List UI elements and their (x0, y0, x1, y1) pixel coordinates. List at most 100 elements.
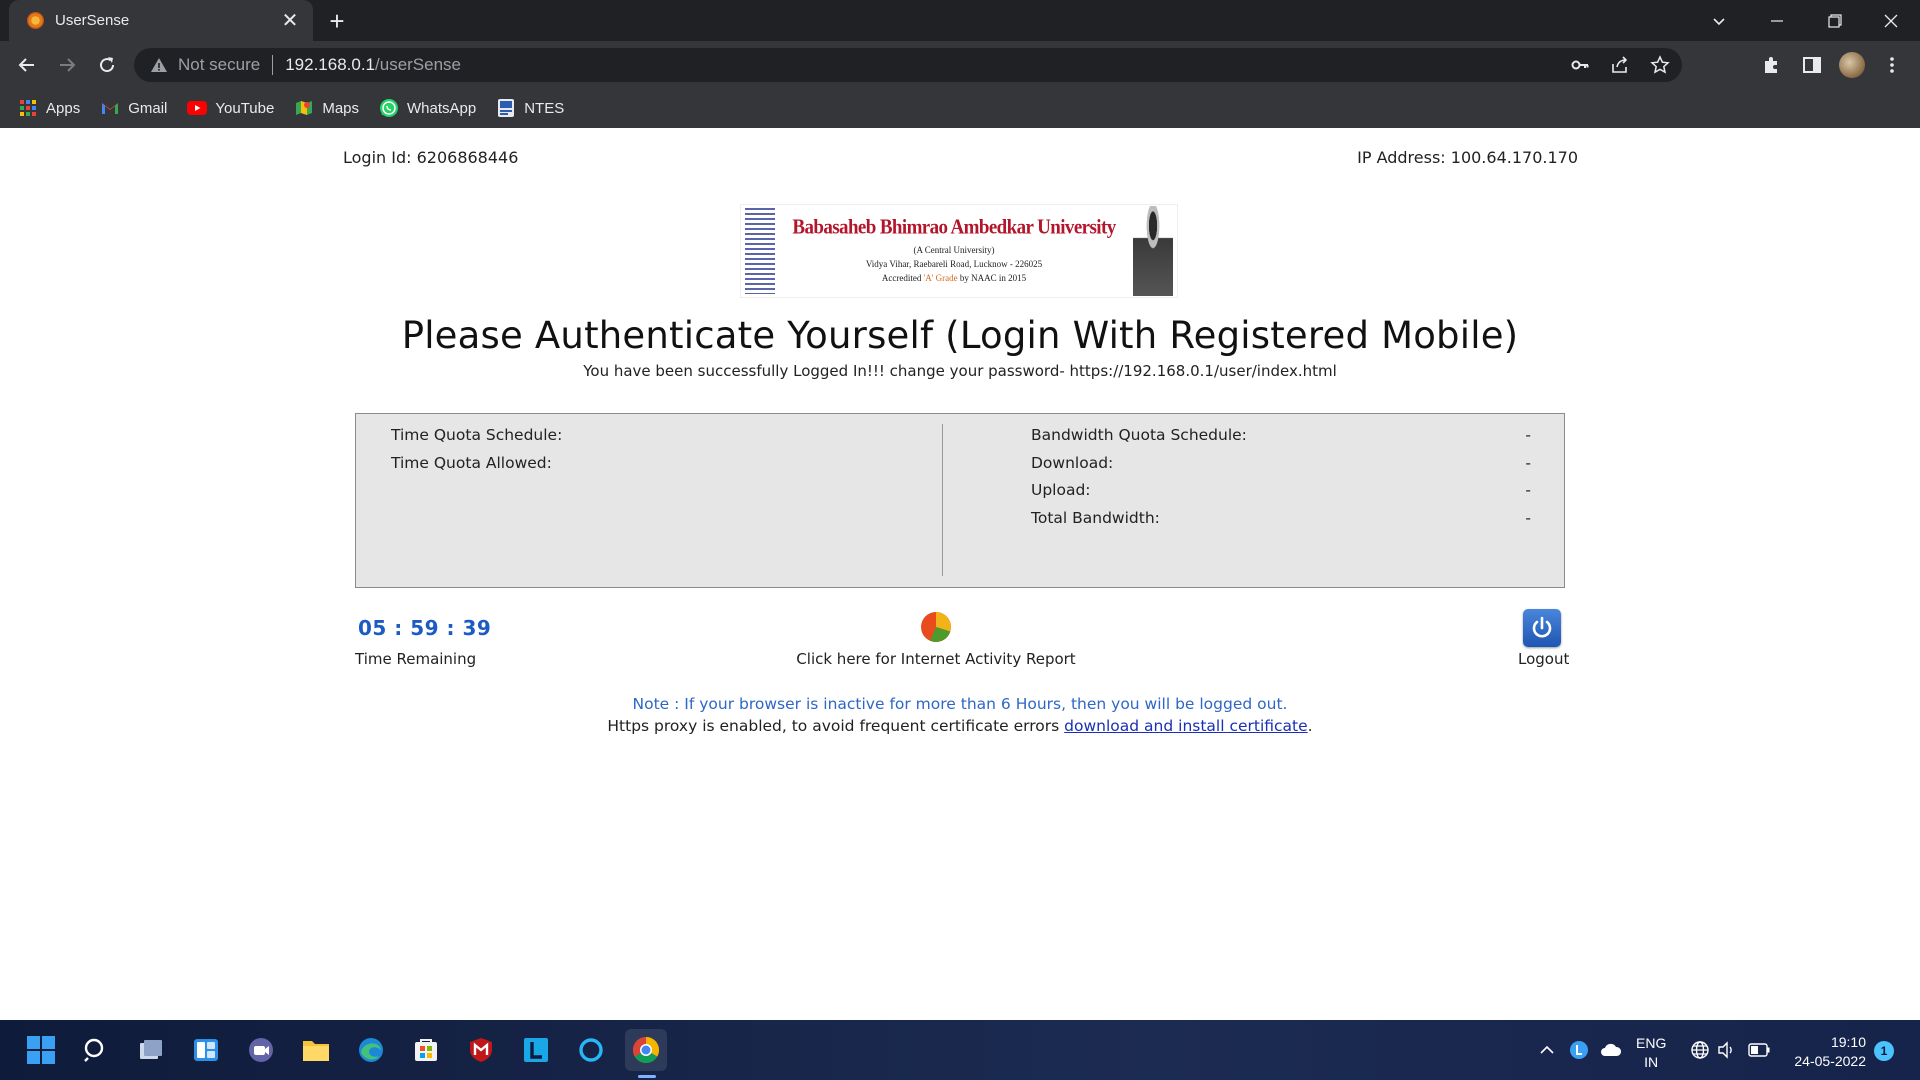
l-tray-icon[interactable] (1569, 1020, 1589, 1080)
bookmark-apps[interactable]: Apps (18, 98, 80, 118)
forward-arrow-icon (60, 58, 76, 72)
time-quota-section: Time Quota Schedule: Time Quota Allowed: (391, 426, 562, 481)
apps-grid-icon (18, 98, 38, 118)
file-explorer-icon[interactable] (295, 1029, 337, 1071)
ip-address: IP Address: 100.64.170.170 (1357, 148, 1578, 167)
not-secure-label[interactable]: Not secure (178, 55, 260, 75)
search-icon[interactable] (75, 1029, 117, 1071)
accredited-grade: 'A' Grade (923, 273, 958, 283)
language-indicator[interactable]: ENG IN (1636, 1034, 1666, 1072)
kebab-menu-icon (1890, 57, 1894, 73)
chrome-menu-button[interactable] (1876, 49, 1908, 81)
banner-text: Babasaheb Bhimrao Ambedkar University (A… (775, 215, 1133, 285)
task-view-icon[interactable] (130, 1029, 172, 1071)
microsoft-store-icon[interactable] (405, 1029, 447, 1071)
page-title: Please Authenticate Yourself (Login With… (401, 314, 1519, 357)
time-quota-allowed: Time Quota Allowed: (391, 453, 552, 472)
onedrive-cloud-icon[interactable] (1600, 1020, 1622, 1080)
network-globe-icon[interactable] (1690, 1020, 1710, 1080)
profile-avatar[interactable] (1836, 49, 1868, 81)
avatar-icon (1839, 52, 1865, 78)
accredited-prefix: Accredited (881, 273, 924, 283)
download-row: Download: - (1031, 454, 1531, 482)
banner-accreditation: Accredited 'A' Grade by NAAC in 2015 (775, 271, 1133, 285)
volume-speaker-icon[interactable] (1716, 1020, 1736, 1080)
notification-badge[interactable]: 1 (1874, 1041, 1894, 1061)
login-id: Login Id: 6206868446 (343, 148, 519, 167)
bookmark-whatsapp[interactable]: WhatsApp (379, 98, 476, 118)
region-code: IN (1644, 1054, 1659, 1070)
banner-address: Vidya Vihar, Raebareli Road, Lucknow - 2… (865, 259, 1043, 269)
battery-icon[interactable] (1748, 1020, 1770, 1080)
proxy-end: . (1307, 717, 1313, 735)
power-icon (1532, 616, 1552, 638)
chrome-icon[interactable] (625, 1029, 667, 1071)
maps-icon (294, 98, 314, 118)
row-value: - (1525, 508, 1531, 527)
bookmark-star-icon[interactable] (1648, 53, 1672, 77)
proxy-text: Https proxy is enabled, to avoid frequen… (607, 717, 1065, 735)
clock-date: 24-05-2022 (1794, 1053, 1866, 1069)
bookmark-label: Apps (46, 99, 81, 117)
cortana-icon[interactable] (570, 1029, 612, 1071)
address-separator (272, 55, 274, 75)
time-remaining-counter: 05 : 59 : 39 (358, 616, 492, 640)
share-icon[interactable] (1608, 53, 1632, 77)
logout-button[interactable] (1523, 609, 1561, 647)
new-tab-button[interactable]: + (323, 8, 351, 36)
browser-toolbar: Not secure 192.168.0.1/userSense (0, 41, 1920, 88)
quota-divider (942, 424, 943, 576)
activity-report-link[interactable]: Click here for Internet Activity Report (0, 650, 1872, 668)
language-code: ENG (1636, 1035, 1667, 1051)
gmail-icon (100, 98, 120, 118)
teams-chat-icon[interactable] (240, 1029, 282, 1071)
extensions-puzzle-icon[interactable] (1756, 49, 1788, 81)
page-content: Login Id: 6206868446 IP Address: 100.64.… (0, 128, 1920, 1020)
back-arrow-icon (18, 58, 34, 72)
upload-row: Upload: - (1031, 481, 1531, 509)
bookmark-label: NTES (524, 99, 565, 117)
widgets-icon[interactable] (185, 1029, 227, 1071)
l-app-icon[interactable] (515, 1029, 557, 1071)
show-hidden-icons-chevron-icon[interactable] (1538, 1020, 1556, 1080)
minimize-window-button[interactable] (1748, 0, 1806, 41)
bookmark-maps[interactable]: Maps (294, 98, 359, 118)
active-app-indicator (638, 1075, 656, 1078)
tab-usersense[interactable]: UserSense ✕ (9, 0, 313, 41)
pie-chart-report-icon[interactable] (920, 611, 952, 643)
forward-button[interactable] (51, 49, 83, 81)
row-label: Upload: (1031, 481, 1091, 499)
banner-subtitle: (A Central University) (913, 245, 995, 255)
bookmark-ntes[interactable]: NTES (496, 98, 564, 118)
clock-time: 19:10 (1830, 1034, 1866, 1050)
close-tab-icon[interactable]: ✕ (279, 10, 301, 32)
tab-search-chevron-icon[interactable] (1690, 0, 1748, 41)
logout-label[interactable]: Logout (1518, 650, 1569, 668)
key-icon[interactable] (1568, 53, 1592, 77)
address-bar[interactable]: Not secure 192.168.0.1/userSense (134, 48, 1682, 82)
bookmark-youtube[interactable]: YouTube (187, 98, 274, 118)
usersense-favicon-icon (27, 12, 44, 29)
quota-panel: Time Quota Schedule: Time Quota Allowed:… (355, 413, 1565, 588)
system-clock[interactable]: 19:10 24-05-2022 (1786, 1033, 1866, 1071)
close-window-button[interactable] (1862, 0, 1920, 41)
reload-button[interactable] (91, 49, 123, 81)
tab-title: UserSense (55, 12, 130, 29)
back-button[interactable] (11, 49, 43, 81)
login-success-message: You have been successfully Logged In!!! … (583, 362, 1337, 380)
side-panel-icon[interactable] (1796, 49, 1828, 81)
university-emblem-icon (745, 208, 775, 294)
row-label: Bandwidth Quota Schedule: (1031, 426, 1247, 444)
bookmark-gmail[interactable]: Gmail (100, 98, 167, 118)
install-certificate-link[interactable]: download and install certificate (1064, 717, 1308, 735)
university-name: Babasaheb Bhimrao Ambedkar University (792, 215, 1116, 239)
windows-start-icon[interactable] (20, 1029, 62, 1071)
ambedkar-portrait-icon (1133, 206, 1173, 296)
edge-browser-icon[interactable] (350, 1029, 392, 1071)
mcafee-icon[interactable] (460, 1029, 502, 1071)
restore-window-button[interactable] (1806, 0, 1864, 41)
bookmark-label: Maps (322, 99, 360, 117)
warning-triangle-icon[interactable] (150, 56, 168, 74)
taskbar: ENG IN 19:10 24-05-2022 1 (0, 1020, 1920, 1080)
banner-details: (A Central University) Vidya Vihar, Raeb… (775, 243, 1133, 285)
